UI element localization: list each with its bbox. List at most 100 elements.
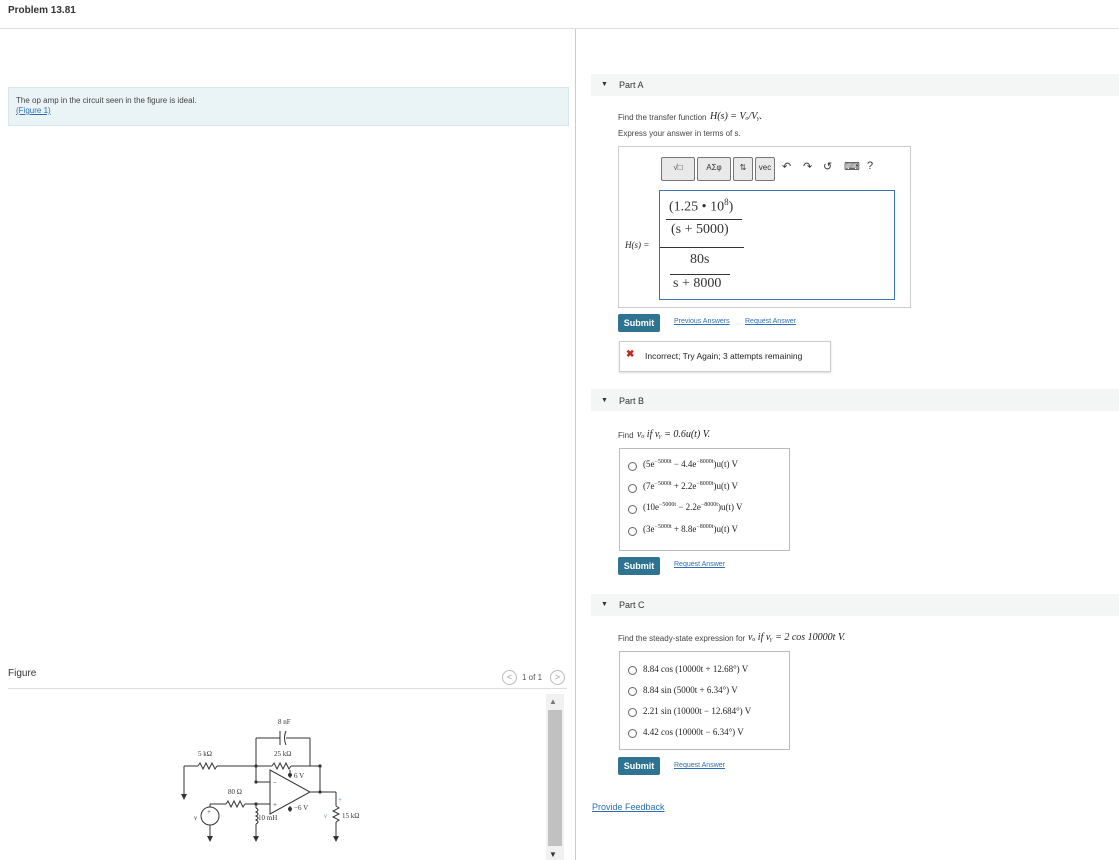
part-a-submit-button[interactable]: Submit xyxy=(618,314,660,332)
figure-scrollbar-thumb[interactable] xyxy=(548,710,562,846)
option-text-part: + 2.2e xyxy=(671,480,697,491)
source-plus-sign: + xyxy=(207,808,211,816)
radio-button[interactable] xyxy=(628,526,637,536)
vector-icon[interactable]: vec xyxy=(755,157,775,181)
circuit-diagram: 8 nF 5 kΩ 25 kΩ 6 V −6 V 80 Ω 10 mH 15 k… xyxy=(181,718,359,842)
part-a-request-answer-link[interactable]: Request Answer xyxy=(745,318,796,325)
opamp-plus-terminal: + xyxy=(273,801,277,809)
fraction-bar-1 xyxy=(666,219,742,220)
option-text-part: −8000t xyxy=(696,480,714,487)
source-voltage-label: v xyxy=(194,814,198,822)
collapse-triangle-icon[interactable]: ▼ xyxy=(601,601,608,608)
option-text-part: −5000t xyxy=(654,459,672,465)
fraction-bar-2 xyxy=(670,274,730,275)
radio-button[interactable] xyxy=(628,708,637,717)
part-a-instruction: Express your answer in terms of s. xyxy=(618,129,741,138)
positive-supply-label: 6 V xyxy=(294,772,304,780)
collapse-triangle-icon[interactable]: ▼ xyxy=(601,397,608,404)
option-text-part: (3e xyxy=(643,523,655,534)
part-c-option[interactable]: 2.21 sin (10000t − 12.684°) V xyxy=(643,706,751,716)
option-text-part: −8000t xyxy=(696,459,714,465)
incorrect-icon: ✖ xyxy=(626,349,635,360)
part-b-option[interactable]: (7e−5000t + 2.2e−8000t)u(t) V xyxy=(643,481,738,491)
main-fraction-bar xyxy=(660,247,744,248)
part-b-submit-button[interactable]: Submit xyxy=(618,557,660,575)
part-a-header[interactable] xyxy=(591,74,1119,96)
next-figure-button[interactable]: > xyxy=(550,670,565,685)
radio-button[interactable] xyxy=(628,687,637,696)
numerator-2: 80s xyxy=(690,252,710,267)
option-text-part: −8000t xyxy=(696,523,714,530)
denominator-2: s + 8000 xyxy=(673,276,722,291)
keyboard-icon[interactable]: ⌨ xyxy=(844,160,860,173)
numerator-1: (1.25 • 108) xyxy=(669,197,734,215)
figure-divider xyxy=(8,688,567,689)
radio-button[interactable] xyxy=(628,483,637,493)
reset-icon[interactable]: ↺ xyxy=(823,160,832,173)
part-b-prompt-math: vₒ if vᵧ = 0.6u(t) V. xyxy=(637,429,711,440)
problem-intro-box xyxy=(8,87,569,126)
option-text-part: −8000t xyxy=(700,502,718,508)
option-text-part: + 8.8e xyxy=(671,523,697,534)
templates-icon[interactable]: √□ xyxy=(661,157,695,181)
feedback-text: Incorrect; Try Again; 3 attempts remaini… xyxy=(645,351,803,361)
part-c-request-answer-link[interactable]: Request Answer xyxy=(674,762,725,769)
denominator-1: (s + 5000) xyxy=(671,222,729,237)
part-b-option[interactable]: (5e−5000t − 4.4e−8000t)u(t) V xyxy=(643,459,738,469)
resistor-15k-label: 15 kΩ xyxy=(342,812,359,820)
part-b-request-answer-link[interactable]: Request Answer xyxy=(674,561,725,568)
option-text-part: − 4.4e xyxy=(671,459,697,469)
output-voltage-label: v xyxy=(324,812,328,820)
radio-button[interactable] xyxy=(628,666,637,675)
capacitor-label: 8 nF xyxy=(278,718,291,726)
part-c-option[interactable]: 8.84 sin (5000t + 6.34°) V xyxy=(643,685,738,695)
radio-button[interactable] xyxy=(628,505,637,514)
part-b-option[interactable]: (10e−5000t − 2.2e−8000t)u(t) V xyxy=(643,502,743,512)
radio-button[interactable] xyxy=(628,729,637,738)
option-text-part: −5000t xyxy=(654,523,672,530)
resistor-5k-label: 5 kΩ xyxy=(198,750,212,758)
part-b-option[interactable]: (3e−5000t + 8.8e−8000t)u(t) V xyxy=(643,524,738,534)
part-c-prompt-math: vₒ if vᵧ = 2 cos 10000t V. xyxy=(748,632,846,643)
figure-label: Figure xyxy=(8,668,37,679)
greek-symbols-icon[interactable]: ΑΣφ xyxy=(697,157,731,181)
part-a-prompt-math: H(s) = Vₒ/Vᵧ. xyxy=(710,111,763,122)
subscript-icon[interactable]: ⇅ xyxy=(733,157,753,181)
collapse-triangle-icon[interactable]: ▼ xyxy=(601,81,608,88)
prev-figure-button[interactable]: < xyxy=(502,670,517,685)
part-b-header[interactable] xyxy=(591,389,1119,411)
part-c-option[interactable]: 8.84 cos (10000t + 12.68°) V xyxy=(643,664,748,674)
part-c-option[interactable]: 4.42 cos (10000t − 6.34°) V xyxy=(643,727,744,737)
header-divider xyxy=(0,28,1119,29)
help-icon[interactable]: ? xyxy=(867,160,873,172)
part-b-prompt: Find xyxy=(618,431,634,440)
part-c-submit-button[interactable]: Submit xyxy=(618,757,660,775)
opamp-minus-terminal: − xyxy=(273,779,277,787)
part-c-prompt: Find the steady-state expression for xyxy=(618,634,746,643)
resistor-80-label: 80 Ω xyxy=(228,788,242,796)
part-c-header[interactable] xyxy=(591,594,1119,616)
option-text-part: )u(t) V xyxy=(713,459,739,469)
pane-divider[interactable] xyxy=(575,29,576,860)
redo-icon[interactable]: ↷ xyxy=(803,160,812,173)
option-text-part: )u(t) V xyxy=(713,480,739,491)
scroll-down-arrow-icon[interactable]: ▼ xyxy=(549,850,557,859)
radio-button[interactable] xyxy=(628,462,637,471)
option-text-part: −5000t xyxy=(659,502,677,508)
negative-supply-label: −6 V xyxy=(294,804,308,812)
previous-answers-link[interactable]: Previous Answers xyxy=(674,318,730,325)
page-title: Problem 13.81 xyxy=(8,5,76,16)
part-a-title: Part A xyxy=(619,80,644,90)
inductor-label: 10 mH xyxy=(258,814,277,822)
figure-link[interactable]: (Figure 1) xyxy=(16,106,51,115)
undo-icon[interactable]: ↶ xyxy=(782,160,791,173)
provide-feedback-link[interactable]: Provide Feedback xyxy=(592,802,665,812)
part-a-prompt: Find the transfer function xyxy=(618,113,707,122)
scroll-up-arrow-icon[interactable]: ▲ xyxy=(549,697,557,706)
resistor-25k-label: 25 kΩ xyxy=(274,750,291,758)
lhs-label: H(s) = xyxy=(625,240,650,250)
part-b-title: Part B xyxy=(619,396,645,406)
option-text-part: (5e xyxy=(643,459,655,469)
option-text-part: −5000t xyxy=(654,480,672,487)
figure-pager-count: 1 of 1 xyxy=(522,673,543,682)
